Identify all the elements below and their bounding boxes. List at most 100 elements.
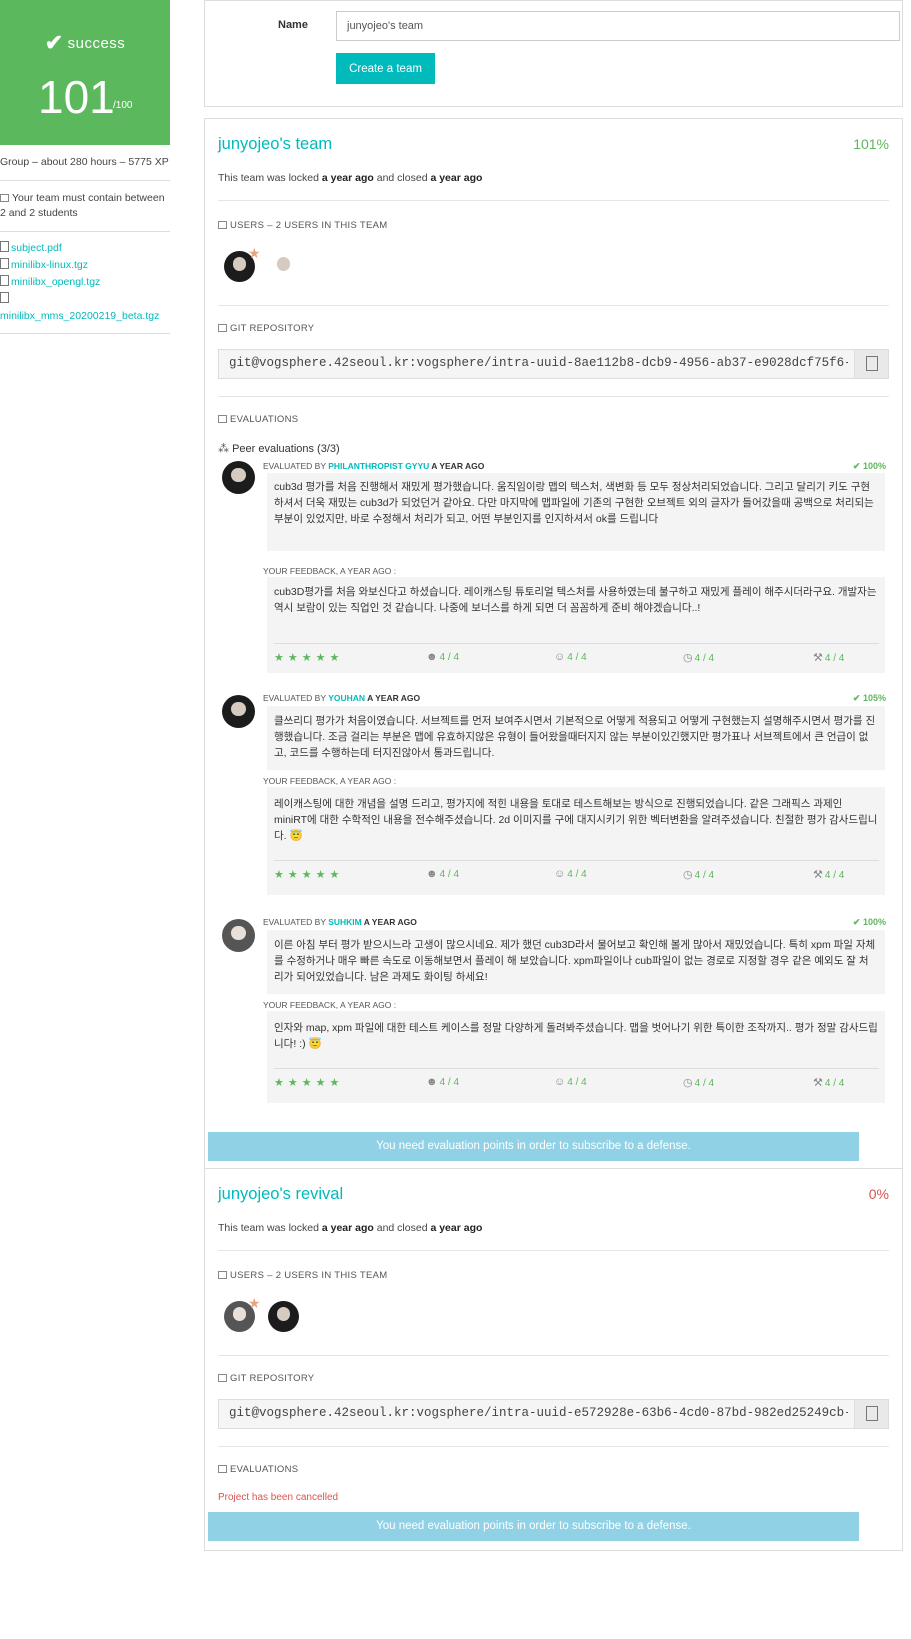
attachment-link[interactable]: minilibx-linux.tgz: [11, 259, 88, 271]
rating-row: ★★★★★ ☻ 4 / 4 ☺ 4 / 4 ◷ 4 / 4 ⚒ 4 / 4: [274, 1076, 879, 1092]
evaluation-item: EVALUATED BY SUHKIM A YEAR AGO ✔ 100% 이른…: [218, 907, 889, 1117]
file-icon: [0, 292, 9, 303]
users-header: USERS – 2 USERS IN THIS TEAM: [218, 220, 889, 231]
team-card: junyojeo's revival 0% This team was lock…: [204, 1168, 903, 1551]
rating-stars: ★★★★★: [274, 652, 344, 664]
attachment-item: minilibx_opengl.tgz: [0, 274, 170, 291]
team-users: ★: [218, 243, 889, 299]
rating-row: ★★★★★ ☻ 4 / 4 ☺ 4 / 4 ◷ 4 / 4 ⚒ 4 / 4: [274, 651, 879, 667]
evaluator-avatar[interactable]: [222, 695, 255, 728]
git-icon: [218, 324, 227, 332]
team-name[interactable]: junyojeo's team: [218, 135, 332, 154]
evaluated-by: EVALUATED BY YOUHAN A YEAR AGO: [263, 693, 421, 703]
feedback-label: YOUR FEEDBACK, A YEAR AGO :: [263, 776, 397, 786]
group-info: Group – about 280 hours – 5775 XP: [0, 145, 170, 181]
clock-icon: ◷: [683, 1077, 693, 1089]
git-repository-field[interactable]: git@vogsphere.42seoul.kr:vogsphere/intra…: [218, 1399, 889, 1429]
checklist-icon: [218, 415, 227, 423]
users-icon: [0, 194, 9, 202]
status-label: ✔ success: [0, 30, 170, 56]
rating-punctuality: ◷ 4 / 4: [683, 1077, 715, 1089]
smile-icon: ☺: [554, 1076, 566, 1088]
git-header: GIT REPOSITORY: [218, 323, 889, 334]
feedback-text: 레이캐스팅에 대한 개념을 설명 드리고, 평가지에 적힌 내용을 토대로 테스…: [274, 798, 878, 842]
team-rule-text: Your team must contain between 2 and 2 s…: [0, 192, 165, 219]
git-icon: [218, 1374, 227, 1382]
evaluation-item: EVALUATED BY PHILANTHROPIST GYYU A YEAR …: [218, 457, 889, 683]
team-score: 101%: [853, 136, 889, 152]
evaluator-avatar[interactable]: [222, 919, 255, 952]
avatar[interactable]: [268, 1301, 299, 1332]
user-icon: ☻: [426, 1076, 438, 1088]
score-max: /100: [113, 100, 133, 111]
git-url[interactable]: git@vogsphere.42seoul.kr:vogsphere/intra…: [229, 356, 848, 370]
users-icon: [218, 1271, 227, 1279]
feedback-text: cub3D평가를 처음 와보신다고 하셨습니다. 레이캐스팅 튜토리얼 텍스처를…: [274, 586, 877, 614]
git-repository-field[interactable]: git@vogsphere.42seoul.kr:vogsphere/intra…: [218, 349, 889, 379]
attachment-link[interactable]: minilibx_mms_20200219_beta.tgz: [0, 310, 159, 322]
team-name-input[interactable]: [336, 11, 900, 41]
evaluator-link[interactable]: YOUHAN: [328, 693, 365, 703]
team-score: 0%: [868, 1186, 889, 1202]
users-icon: [218, 221, 227, 229]
subscribe-defense-button[interactable]: You need evaluation points in order to s…: [208, 1132, 859, 1161]
rating-rigorous: ⚒ 4 / 4: [813, 1077, 845, 1089]
evaluator-link[interactable]: SUHKIM: [328, 917, 362, 927]
evaluation-score: ✔ 100%: [852, 917, 886, 927]
git-url[interactable]: git@vogsphere.42seoul.kr:vogsphere/intra…: [229, 1406, 848, 1420]
attachment-link[interactable]: minilibx_opengl.tgz: [11, 276, 100, 288]
attachment-link[interactable]: subject.pdf: [11, 242, 62, 254]
smile-icon: ☺: [554, 651, 566, 663]
create-team-button[interactable]: Create a team: [336, 53, 435, 84]
rating-punctuality: ◷ 4 / 4: [683, 869, 715, 881]
status-text: success: [67, 35, 126, 52]
final-score: 101: [38, 71, 115, 123]
rating-rigorous: ⚒ 4 / 4: [813, 652, 845, 664]
attachments-list: subject.pdf minilibx-linux.tgz minilibx_…: [0, 232, 170, 334]
hammer-icon: ⚒: [813, 1077, 823, 1089]
evaluations-header: EVALUATIONS: [218, 1464, 889, 1475]
copy-clipboard-icon[interactable]: [854, 1400, 888, 1428]
leader-star-icon: ★: [248, 245, 261, 261]
smile-icon: ☺: [554, 868, 566, 880]
peer-icon: ⁂: [218, 443, 233, 455]
copy-clipboard-icon[interactable]: [854, 350, 888, 378]
avatar[interactable]: [268, 251, 299, 282]
evaluated-by: EVALUATED BY SUHKIM A YEAR AGO: [263, 917, 417, 927]
evaluation-item: EVALUATED BY YOUHAN A YEAR AGO ✔ 105% 클쓰…: [218, 683, 889, 907]
user-icon: ☻: [426, 868, 438, 880]
git-header: GIT REPOSITORY: [218, 1373, 889, 1384]
name-label: Name: [278, 19, 308, 31]
create-team-form: Name Create a team: [204, 0, 903, 107]
check-icon: ✔: [852, 461, 863, 471]
clock-icon: ◷: [683, 652, 693, 664]
evaluator-avatar[interactable]: [222, 461, 255, 494]
evaluator-link[interactable]: PHILANTHROPIST GYYU: [328, 461, 429, 471]
cancelled-notice: Project has been cancelled: [218, 1492, 339, 1503]
rating-stars: ★★★★★: [274, 869, 344, 881]
checklist-icon: [218, 1465, 227, 1473]
check-icon: ✔: [852, 917, 863, 927]
evaluated-by: EVALUATED BY PHILANTHROPIST GYYU A YEAR …: [263, 461, 485, 471]
hammer-icon: ⚒: [813, 652, 823, 664]
team-name[interactable]: junyojeo's revival: [218, 1185, 343, 1204]
attachment-item: minilibx-linux.tgz: [0, 257, 170, 274]
rating-interested: ☻ 4 / 4: [426, 651, 460, 663]
feedback-label: YOUR FEEDBACK, A YEAR AGO :: [263, 566, 397, 576]
team-lock-info: This team was locked a year ago and clos…: [218, 172, 483, 184]
rating-row: ★★★★★ ☻ 4 / 4 ☺ 4 / 4 ◷ 4 / 4 ⚒ 4 / 4: [274, 868, 879, 884]
rating-interested: ☻ 4 / 4: [426, 868, 460, 880]
feedback-label: YOUR FEEDBACK, A YEAR AGO :: [263, 1000, 397, 1010]
sidebar: ✔ success 101 /100 Group – about 280 hour…: [0, 0, 170, 334]
rating-punctuality: ◷ 4 / 4: [683, 652, 715, 664]
rating-stars: ★★★★★: [274, 1077, 344, 1089]
check-icon: ✔: [852, 693, 863, 703]
subscribe-defense-button[interactable]: You need evaluation points in order to s…: [208, 1512, 859, 1541]
evaluation-comment: cub3d 평가를 처음 진행해서 재밌게 평가했습니다. 움직임이랑 맵의 텍…: [267, 473, 885, 551]
team-card: junyojeo's team 101% This team was locke…: [204, 118, 903, 1168]
evaluation-score: ✔ 100%: [852, 461, 886, 471]
file-icon: [0, 241, 9, 252]
rating-nice: ☺ 4 / 4: [554, 868, 587, 880]
attachment-item: minilibx_mms_20200219_beta.tgz: [0, 291, 170, 325]
attachment-item: subject.pdf: [0, 240, 170, 257]
